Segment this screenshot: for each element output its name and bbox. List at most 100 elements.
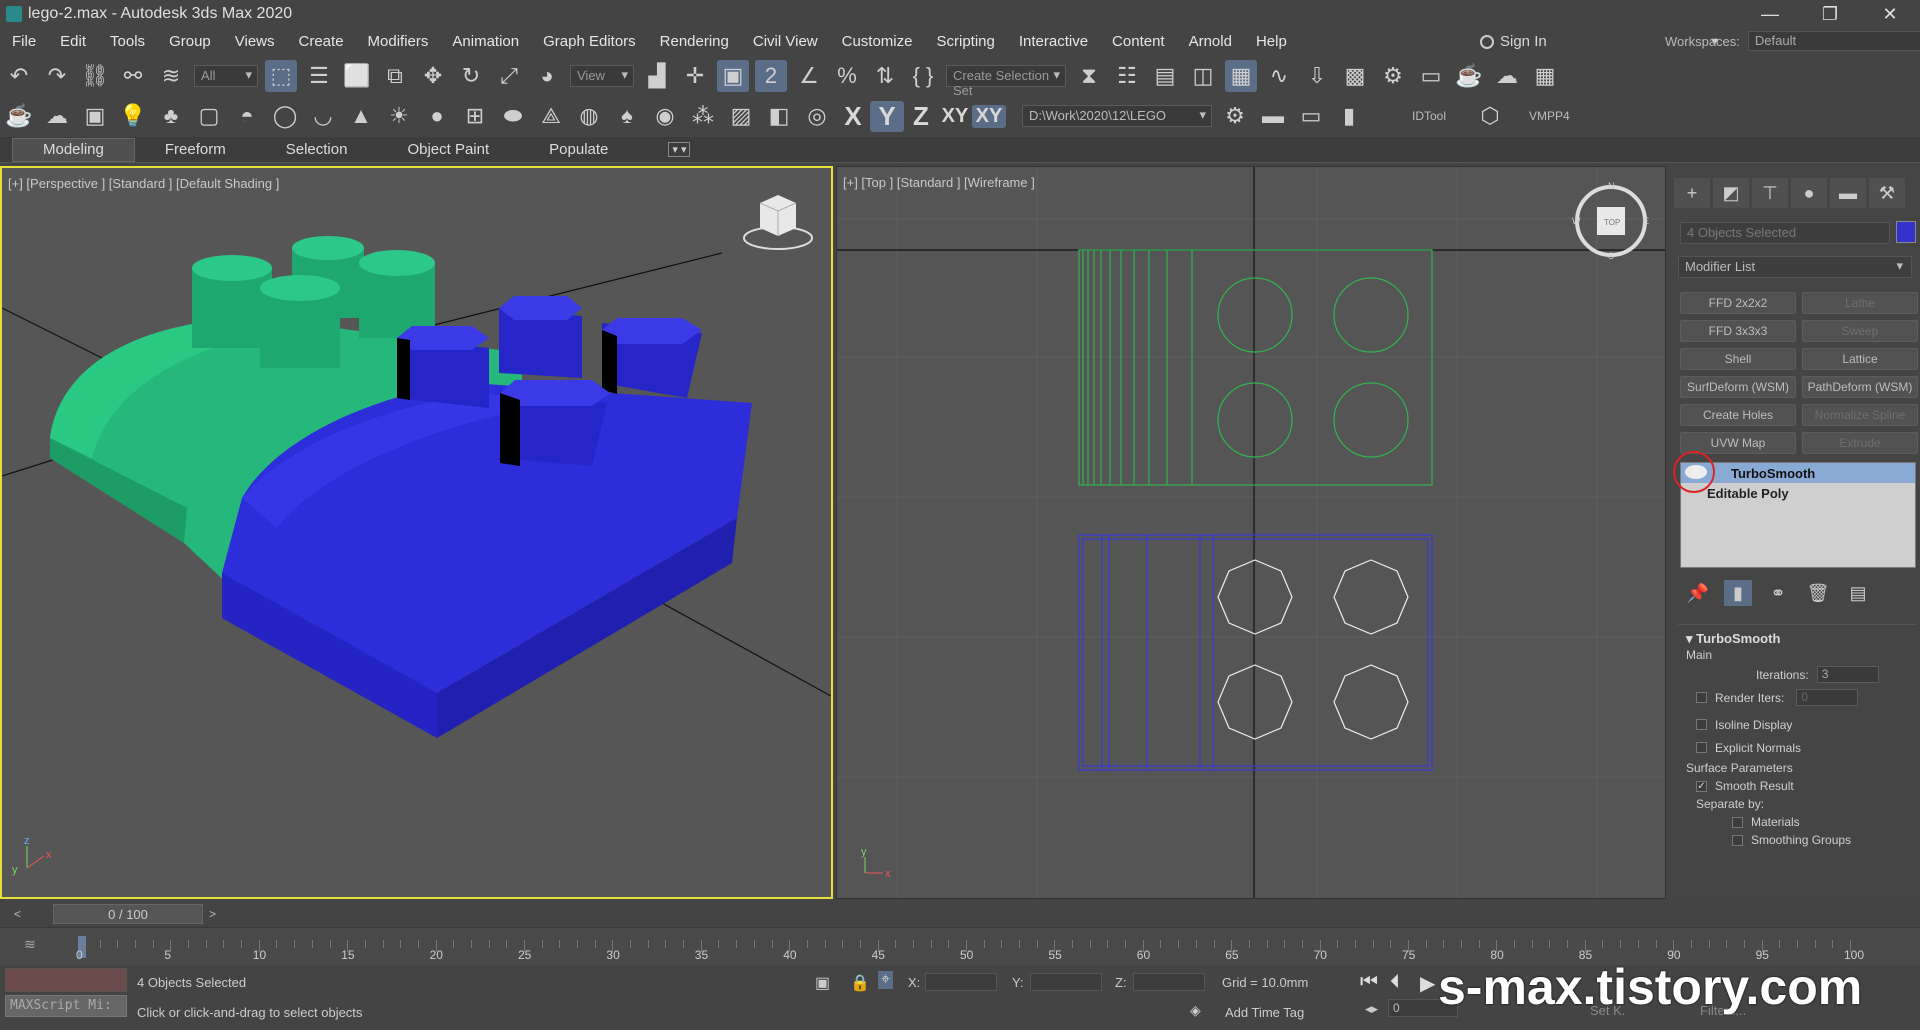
materials-checkbox[interactable] [1732, 816, 1743, 828]
render-frame-icon[interactable]: ▨ [725, 100, 757, 132]
tab-modeling[interactable]: Modeling [12, 137, 135, 162]
window-crossing-icon[interactable]: ⧉ [379, 60, 411, 92]
minimize-button[interactable]: — [1740, 0, 1800, 28]
percent-snap-icon[interactable]: % [831, 60, 863, 92]
lathe-button[interactable]: Lathe [1802, 292, 1918, 314]
align-icon[interactable]: ☷ [1111, 60, 1143, 92]
undo-icon[interactable]: ↶ [3, 60, 35, 92]
utilities-tab-icon[interactable]: ⚒ [1869, 178, 1905, 208]
menu-edit[interactable]: Edit [48, 33, 98, 50]
rollout-header[interactable]: ▾ TurboSmooth [1686, 631, 1908, 647]
capsule-icon[interactable]: ⬬ [497, 100, 529, 132]
folder-icon[interactable]: ▬ [1257, 100, 1289, 132]
redo-icon[interactable]: ↷ [41, 60, 73, 92]
viewcube-top[interactable]: TOP N E S W [1572, 181, 1649, 261]
project-settings-icon[interactable]: ⚙ [1219, 100, 1251, 132]
stack-item-editable-poly[interactable]: Editable Poly [1681, 483, 1915, 503]
pin-stack-icon[interactable]: 📌 [1684, 580, 1712, 606]
axis-z-button[interactable]: Z [904, 101, 938, 132]
menu-create[interactable]: Create [287, 33, 356, 50]
smooth-result-checkbox[interactable]: ✓ [1696, 780, 1707, 792]
project-folder-dropdown[interactable]: D:\Work\2020\12\LEGO [1022, 105, 1212, 127]
render-iters-spinner[interactable]: 0 [1796, 689, 1859, 706]
menu-arnold[interactable]: Arnold [1177, 33, 1244, 50]
blue-brick-wireframe[interactable] [1078, 534, 1433, 771]
maximize-button[interactable]: ❐ [1800, 0, 1860, 28]
select-manipulate-icon[interactable]: ✛ [679, 60, 711, 92]
z-coord-field[interactable] [1133, 973, 1205, 991]
make-unique-icon[interactable]: ⚭ [1764, 580, 1792, 606]
selection-region-icon[interactable]: ⬜ [341, 60, 373, 92]
camera-icon[interactable]: ◧ [763, 100, 795, 132]
select-object-icon[interactable]: ⬚ [265, 60, 297, 92]
keyboard-shortcut-override-icon[interactable]: ▣ [717, 60, 749, 92]
menu-views[interactable]: Views [223, 33, 287, 50]
perspective-viewport[interactable]: [+] [Perspective ] [Standard ] [Default … [0, 166, 833, 899]
bind-spacewarp-icon[interactable]: ≋ [155, 60, 187, 92]
hierarchy-tab-icon[interactable]: ⊤ [1752, 178, 1788, 208]
x-coord-field[interactable] [925, 973, 997, 991]
box-primitive-icon[interactable]: ▢ [193, 100, 225, 132]
smoothing-groups-checkbox[interactable] [1732, 834, 1743, 846]
sun-icon[interactable]: ☀ [383, 100, 415, 132]
render-iters-checkbox[interactable] [1696, 692, 1707, 703]
hexagon-icon[interactable]: ⬡ [1474, 100, 1506, 132]
top-viewport-label[interactable]: [+] [Top ] [Standard ] [Wireframe ] [843, 175, 1035, 190]
configure-sets-icon[interactable]: ▤ [1844, 580, 1872, 606]
play-icon[interactable]: ▶ [1420, 971, 1435, 996]
mirror-icon[interactable]: ⧗ [1073, 60, 1105, 92]
tab-selection[interactable]: Selection [256, 138, 378, 162]
move-icon[interactable]: ✥ [417, 60, 449, 92]
bowl-icon[interactable]: ◡ [307, 100, 339, 132]
sphere-gold-icon[interactable]: ● [421, 100, 453, 132]
y-coord-field[interactable] [1030, 973, 1102, 991]
vmpp4-label[interactable]: VMPP4 [1529, 109, 1570, 123]
render-activeshade-icon[interactable]: ☁ [1491, 60, 1523, 92]
link-icon[interactable]: ⛓ [79, 60, 111, 92]
material-balls-icon[interactable]: ⁂ [687, 100, 719, 132]
selection-set-dropdown[interactable]: Create Selection Set [946, 65, 1066, 98]
snaps-toggle-icon[interactable]: 2 [755, 60, 787, 92]
explicit-normals-checkbox[interactable] [1696, 742, 1707, 753]
reference-coordinate-dropdown[interactable]: View [570, 65, 634, 87]
render-setup-icon[interactable]: ⚙ [1377, 60, 1409, 92]
light-bulb-icon[interactable]: 💡 [117, 100, 149, 132]
next-frame-icon[interactable]: > [209, 907, 216, 921]
open-folder-icon[interactable]: ▭ [1295, 100, 1327, 132]
lattice-icon[interactable]: ⟁ [535, 100, 567, 132]
axis-xy-button[interactable]: XY [938, 105, 972, 128]
menu-scripting[interactable]: Scripting [924, 33, 1006, 50]
perspective-viewport-label[interactable]: [+] [Perspective ] [Standard ] [Default … [8, 176, 279, 191]
show-end-result-icon[interactable]: ▮ [1724, 580, 1752, 606]
spinner-snap-icon[interactable]: ⇅ [869, 60, 901, 92]
menu-customize[interactable]: Customize [830, 33, 925, 50]
create-tab-icon[interactable]: + [1674, 178, 1710, 208]
display-tab-icon[interactable]: ▬ [1830, 178, 1866, 208]
select-by-name-icon[interactable]: ☰ [303, 60, 335, 92]
green-brick-wireframe[interactable] [1078, 249, 1433, 486]
axis-y-button[interactable]: Y [870, 100, 904, 132]
absolute-mode-icon[interactable]: ⌖ [878, 971, 894, 989]
grid-icon[interactable]: ⊞ [459, 100, 491, 132]
menu-group[interactable]: Group [157, 33, 223, 50]
render-production-icon[interactable]: ☕ [1453, 60, 1485, 92]
cactus-icon[interactable]: ♣ [155, 100, 187, 132]
surfdeform-button[interactable]: SurfDeform (WSM) [1680, 376, 1796, 398]
maxscript-listener[interactable] [5, 968, 127, 992]
selection-filter-dropdown[interactable]: All [194, 65, 258, 87]
menu-modifiers[interactable]: Modifiers [356, 33, 441, 50]
scale-icon[interactable]: ⤢ [493, 60, 525, 92]
angle-snap-icon[interactable]: ∠ [793, 60, 825, 92]
material-editor-icon[interactable]: ▩ [1339, 60, 1371, 92]
previous-frame-icon[interactable]: ⏴ [1390, 971, 1400, 994]
tab-freeform[interactable]: Freeform [135, 138, 256, 162]
tab-object-paint[interactable]: Object Paint [377, 138, 519, 162]
extrude-button[interactable]: Extrude [1802, 432, 1918, 454]
pivot-center-icon[interactable]: ▟ [641, 60, 673, 92]
scene-explorer-icon[interactable]: ▤ [1149, 60, 1181, 92]
sphere-icon[interactable]: ◉ [649, 100, 681, 132]
add-time-tag-label[interactable]: Add Time Tag [1225, 1005, 1304, 1020]
isoline-display-checkbox[interactable] [1696, 719, 1707, 730]
go-to-start-icon[interactable]: ⏮ [1360, 971, 1378, 994]
plant-icon[interactable]: ♠ [611, 100, 643, 132]
